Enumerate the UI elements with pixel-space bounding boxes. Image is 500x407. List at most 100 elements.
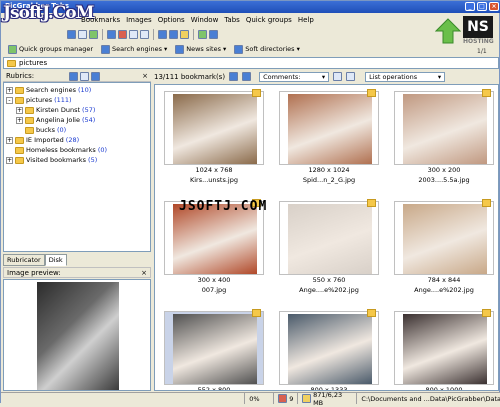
logo-sub: HOSTING (463, 38, 494, 45)
tree-node[interactable]: + Kirsten Dunst (57) (6, 105, 148, 115)
globe-icon[interactable] (198, 29, 207, 39)
thumbnail-item[interactable]: 784 x 844 Ange....e%202.jpg (389, 199, 498, 308)
menu-bookmarks[interactable]: Bookmarks (81, 16, 120, 24)
menu-help[interactable]: Help (298, 16, 314, 24)
thumbnail-image (288, 94, 372, 164)
folder-icon (15, 146, 24, 154)
left-pane: Rubrics: × + Search engines (10) - pictures(… (3, 71, 151, 391)
memory-icon (302, 394, 312, 403)
tree-node[interactable]: bucks (0) (6, 125, 148, 135)
back-icon[interactable] (158, 29, 167, 39)
image-icon[interactable] (91, 71, 101, 81)
close-button[interactable]: × (489, 2, 499, 11)
minimize-button[interactable]: _ (465, 2, 475, 11)
edit-rubric-icon[interactable] (80, 71, 90, 81)
thumbnail-frame[interactable] (164, 309, 264, 385)
tree-node-label: bucks (36, 126, 55, 134)
thumbnail-frame[interactable] (394, 199, 494, 275)
expand-icon[interactable]: + (6, 136, 13, 144)
thumbnail-frame[interactable] (164, 89, 264, 165)
address-text: pictures (19, 59, 48, 67)
tree-node[interactable]: + Search engines (10) (6, 85, 148, 95)
thumbnail-frame[interactable] (279, 89, 379, 165)
paste-icon[interactable] (140, 29, 149, 39)
image-preview-title: Image preview: (7, 268, 61, 277)
thumbnail-frame[interactable] (279, 309, 379, 385)
quick-groups-manager-button[interactable]: Quick groups manager (5, 43, 96, 55)
thumbnail-dimensions: 800 x 1000 (425, 386, 463, 391)
grid-header: 13/111 bookmark(s) Comments: ▾ List opera… (154, 71, 499, 82)
copy-icon[interactable] (129, 29, 138, 39)
menu-window[interactable]: Window (191, 16, 219, 24)
menu-options[interactable]: Options (158, 16, 185, 24)
news-sites-button[interactable]: News sites ▾ (172, 43, 229, 55)
maximize-button[interactable]: □ (477, 2, 487, 11)
menu-tabs[interactable]: Tabs (224, 16, 240, 24)
thumbnail-item[interactable]: 550 x 760 Ange....e%202.jpg (274, 199, 384, 308)
status-count: 9 (274, 393, 299, 404)
thumbnail-frame[interactable] (394, 309, 494, 385)
rubrics-header: Rubrics: × (3, 71, 151, 82)
bookmark-icon (482, 309, 491, 317)
thumbnail-dimensions: 550 x 760 (312, 276, 346, 284)
list-operations-select[interactable]: List operations ▾ (365, 71, 446, 82)
delete-icon[interactable] (118, 29, 127, 39)
sort-select[interactable]: Comments: ▾ (259, 71, 330, 82)
thumbnail-filename: Spid...n_2_G.jpg (302, 176, 356, 184)
thumbnail-frame[interactable] (394, 89, 494, 165)
thumbnail-image (403, 94, 487, 164)
expand-icon[interactable]: + (16, 116, 23, 124)
thumbnail-item[interactable]: 1280 x 1024 Spid...n_2_G.jpg (274, 89, 384, 198)
status-path: C:\Documents and ...Data\PicGrabber\Data… (361, 394, 500, 403)
thumbnail-image (288, 314, 372, 384)
menu-quick-groups[interactable]: Quick groups (246, 16, 292, 24)
tree-node[interactable]: + IE Imported (28) (6, 135, 148, 145)
tree-node[interactable]: + Angelina Jolie (54) (6, 115, 148, 125)
tree-node-label: Angelina Jolie (36, 116, 80, 124)
search-engines-button[interactable]: Search engines ▾ (98, 43, 170, 55)
menu-images[interactable]: Images (126, 16, 152, 24)
forward-icon[interactable] (169, 29, 178, 39)
tab-disk[interactable]: Disk (44, 254, 67, 266)
sort-desc-icon[interactable] (346, 72, 356, 81)
thumbnail-dimensions: 300 x 200 (427, 166, 461, 174)
thumbnail-image (288, 204, 372, 274)
tree-node[interactable]: + Visited bookmarks (5) (6, 155, 148, 165)
soft-directories-button[interactable]: Soft directories ▾ (231, 43, 303, 55)
new-rubric-icon[interactable] (69, 71, 79, 81)
address-bar[interactable]: pictures (3, 57, 499, 69)
tree-node[interactable]: Homeless bookmarks (0) (6, 145, 148, 155)
thumbnail-item[interactable]: 300 x 200 2003....5.5a.jpg (389, 89, 498, 198)
expand-icon[interactable]: + (6, 156, 13, 164)
thumbnail-frame[interactable] (279, 199, 379, 275)
menu-bar: Bookmarks Images Options Window Tabs Qui… (1, 14, 500, 26)
thumbnail-item[interactable]: 552 x 800 (159, 309, 269, 390)
bookmarks-pane: 13/111 bookmark(s) Comments: ▾ List opera… (154, 71, 499, 391)
new-icon[interactable] (67, 29, 76, 39)
view-grid-icon[interactable] (242, 72, 252, 81)
tab-rubricator[interactable]: Rubricator (3, 254, 45, 266)
folder-icon (7, 59, 16, 67)
tree-node-count: (5) (88, 156, 98, 164)
tree-node-count: (111) (54, 96, 72, 104)
news-icon (175, 44, 185, 54)
expand-icon[interactable]: + (6, 86, 13, 94)
open-icon[interactable] (78, 29, 87, 39)
thumbnail-item[interactable]: 300 x 400 007.jpg (159, 199, 269, 308)
sort-asc-icon[interactable] (333, 72, 343, 81)
tree-node[interactable]: - pictures (111) (6, 95, 148, 105)
close-icon[interactable]: × (141, 269, 147, 277)
edit-icon[interactable] (107, 29, 116, 39)
thumbnail-item[interactable]: 1024 x 768 Kirs...unsts.jpg (159, 89, 269, 198)
refresh-icon[interactable] (180, 29, 189, 39)
tree-node-count: (54) (81, 116, 96, 124)
add-icon[interactable] (89, 29, 98, 39)
expand-icon[interactable]: + (16, 106, 23, 114)
tree-node-count: (0) (56, 126, 67, 134)
expand-icon[interactable]: - (6, 96, 13, 104)
thumbnail-item[interactable]: 800 x 1333 (274, 309, 384, 390)
close-icon[interactable]: × (142, 72, 148, 81)
thumbnail-item[interactable]: 800 x 1000 (389, 309, 498, 391)
view-list-icon[interactable] (229, 72, 239, 81)
help-icon[interactable] (209, 29, 218, 39)
